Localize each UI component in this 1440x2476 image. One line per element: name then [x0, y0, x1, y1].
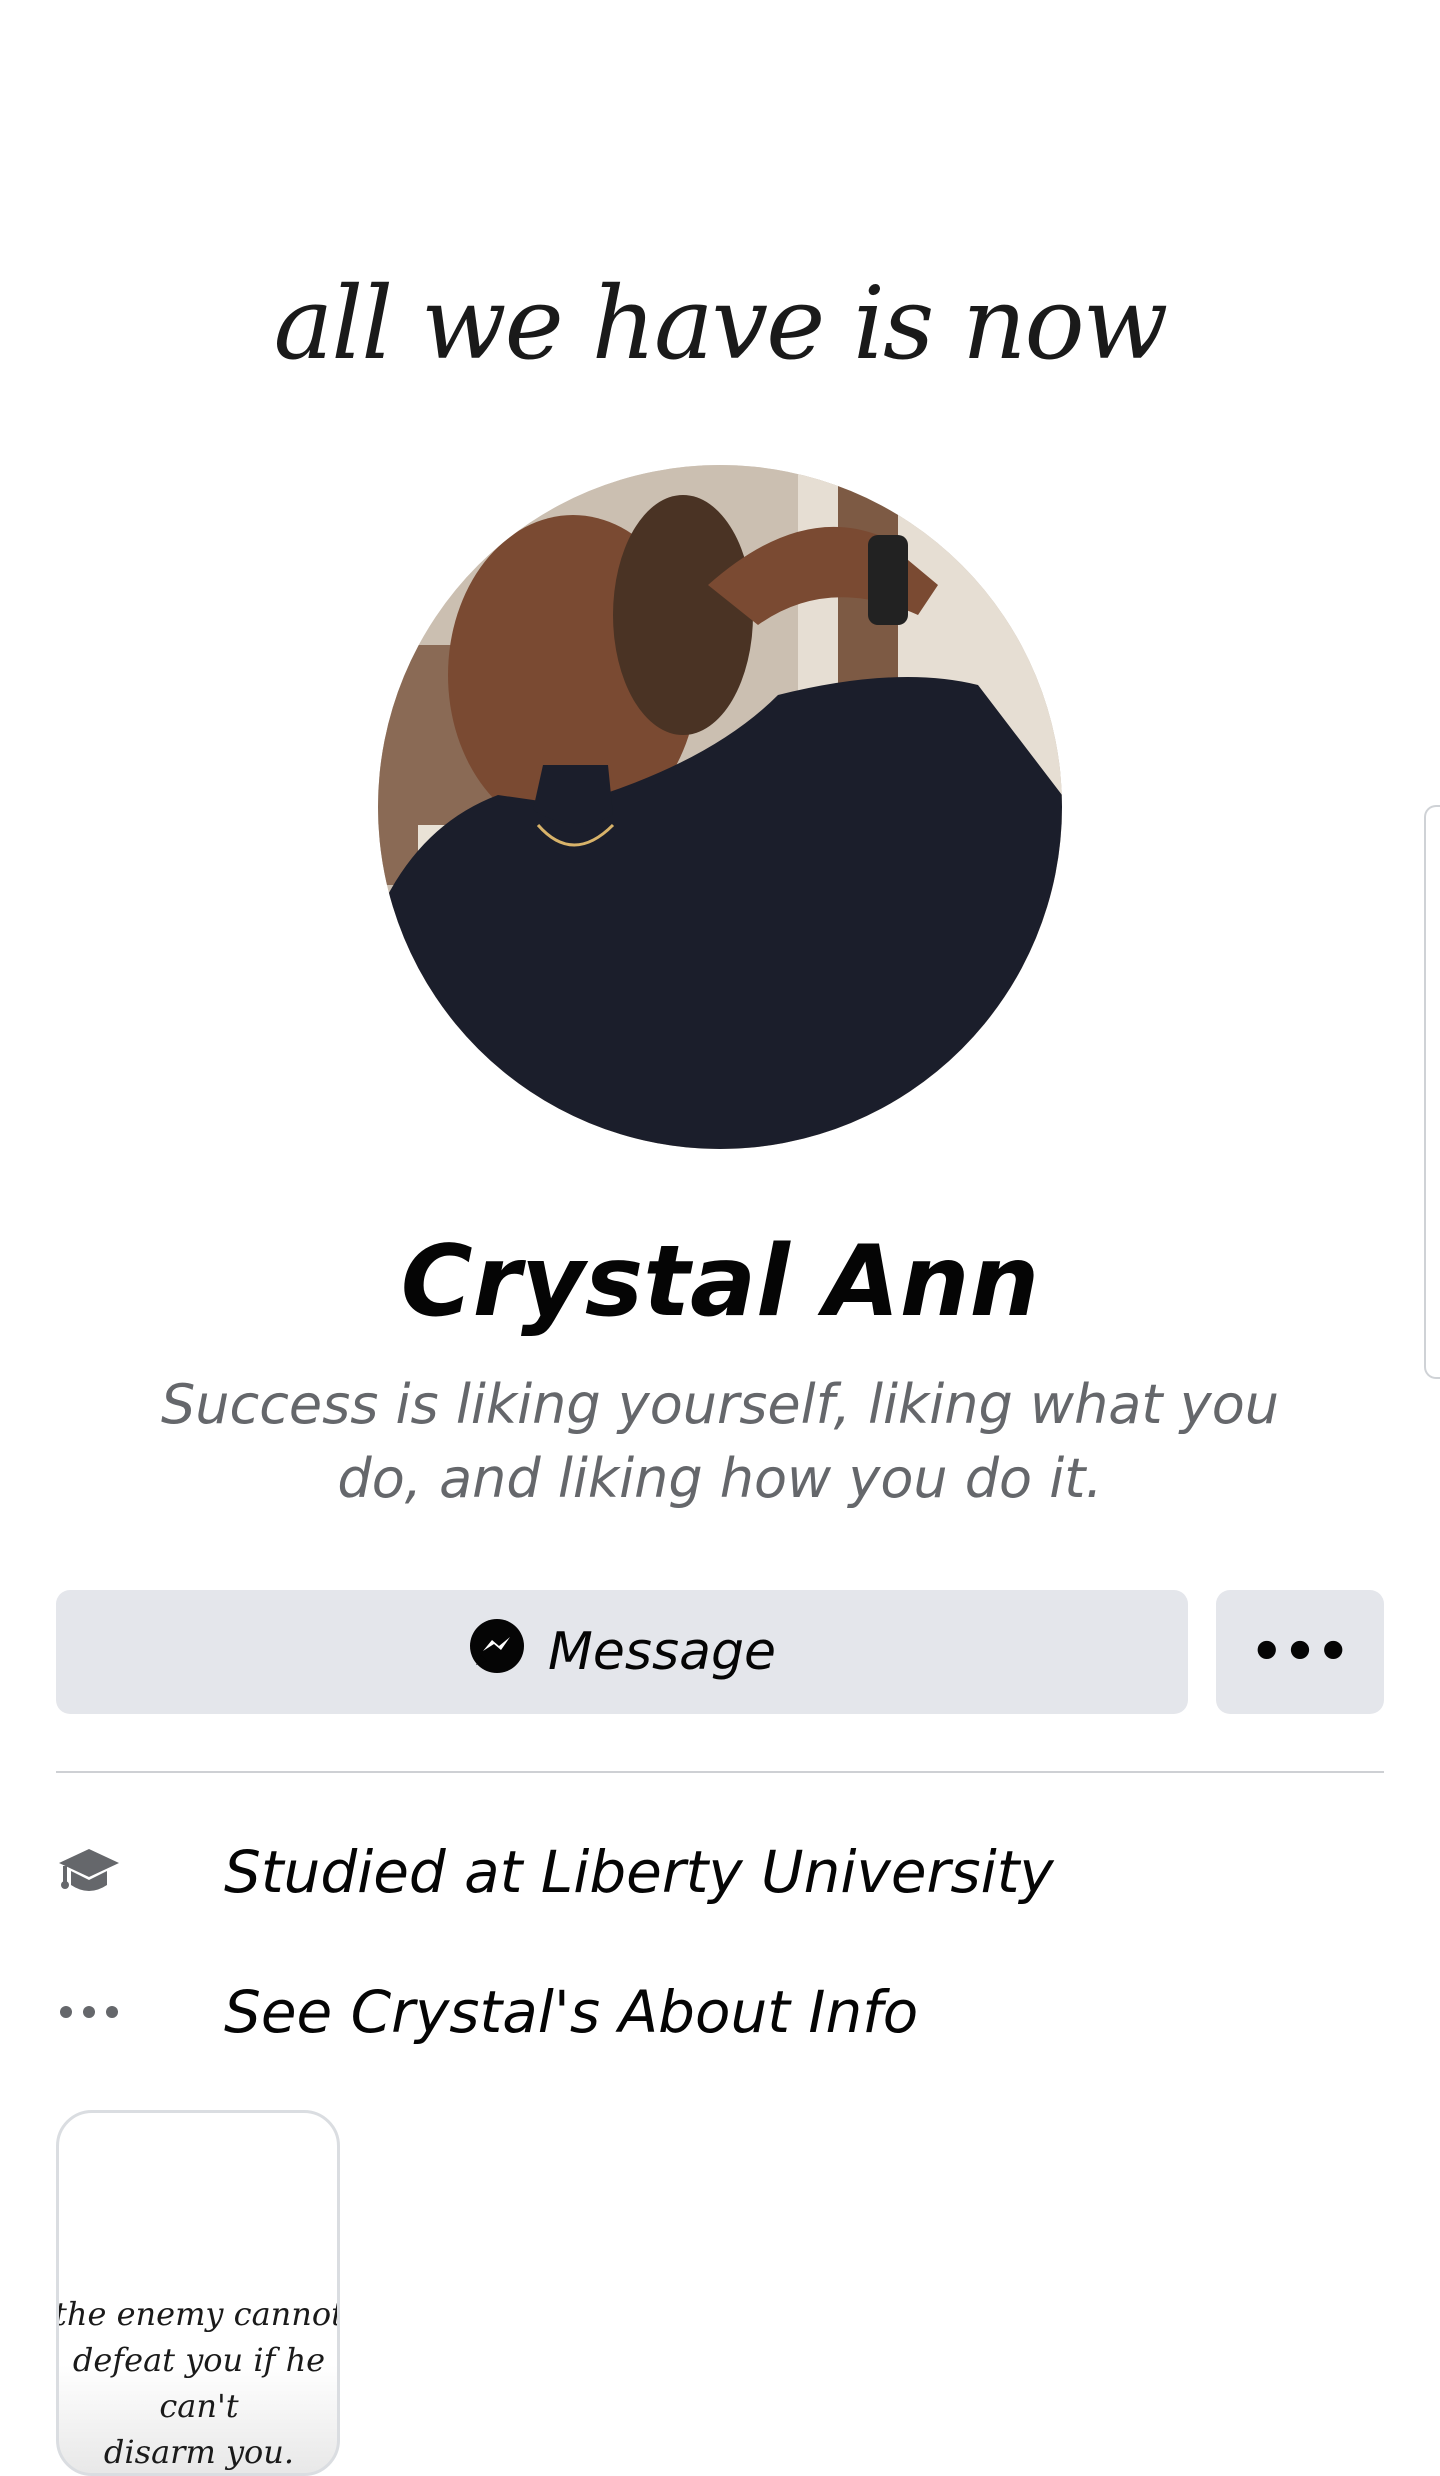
profile-picture[interactable] — [378, 465, 1062, 1149]
story-quote: the enemy cannot defeat you if he can't … — [56, 2291, 340, 2473]
graduation-cap-icon — [56, 1839, 122, 1905]
about-info-row[interactable]: See Crystal's About Info — [56, 1978, 918, 2046]
story-quote-line: the enemy cannot — [56, 2295, 340, 2333]
message-button-label: Message — [548, 1622, 776, 1682]
messenger-icon — [468, 1617, 526, 1688]
cover-text: all we have is now — [273, 265, 1169, 382]
education-text: Studied at Liberty University — [224, 1838, 1054, 1906]
story-quote-line: disarm you. — [103, 2433, 295, 2471]
ellipsis-icon — [56, 1979, 122, 2045]
cover-photo[interactable]: all we have is now — [0, 0, 1440, 520]
about-info-link[interactable]: See Crystal's About Info — [224, 1978, 918, 2046]
message-button[interactable]: Message — [56, 1590, 1188, 1714]
education-row: Studied at Liberty University — [56, 1838, 1054, 1906]
featured-story-card[interactable]: the enemy cannot defeat you if he can't … — [56, 2110, 340, 2476]
profile-photo-image — [378, 465, 1062, 1149]
more-options-button[interactable]: ••• — [1216, 1590, 1384, 1714]
story-quote-line: defeat you if he can't — [72, 2341, 326, 2425]
more-dots-icon: ••• — [1250, 1622, 1350, 1682]
divider — [56, 1771, 1384, 1773]
side-scroll-handle[interactable] — [1424, 805, 1440, 1379]
profile-name: Crystal Ann — [400, 1225, 1040, 1339]
profile-bio: Success is liking yourself, liking what … — [161, 1373, 1279, 1510]
